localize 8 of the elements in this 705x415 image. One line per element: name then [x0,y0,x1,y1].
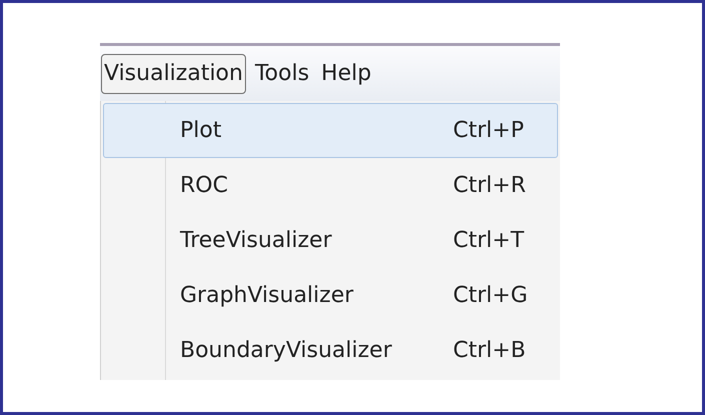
menu-item[interactable]: TreeVisualizer Ctrl+T [103,213,558,268]
menu-item[interactable]: Plot Ctrl+P [103,103,558,158]
menu-item[interactable]: ROC Ctrl+R [103,158,558,213]
menu-bar-item[interactable]: Help [318,54,374,94]
menu-bar-item[interactable]: Visualization [101,54,246,94]
menu-item[interactable]: BoundaryVisualizer Ctrl+B [103,323,558,378]
menu-bar-item[interactable]: Tools [252,54,312,94]
menu-item[interactable]: GraphVisualizer Ctrl+G [103,268,558,323]
